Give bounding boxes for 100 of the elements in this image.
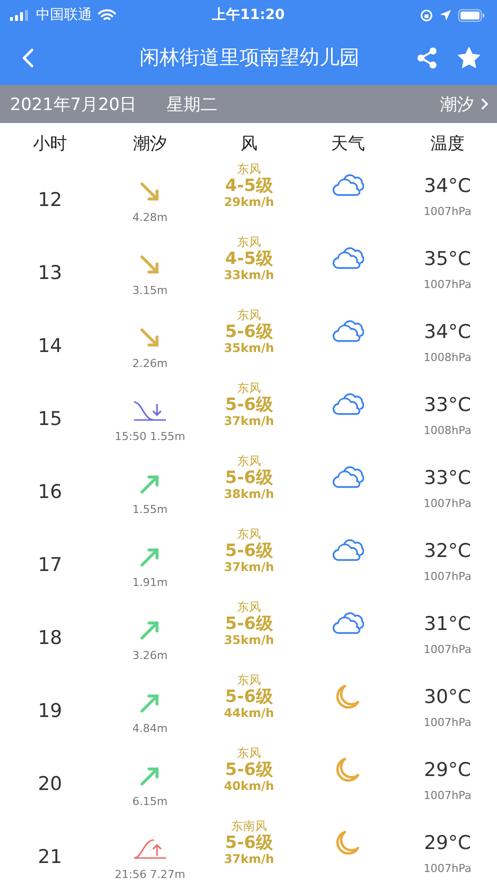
moon-icon [336,757,360,783]
column-header: 小时 [32,132,68,154]
tide-height: 4.84m [132,722,168,735]
chevron-right-icon [480,97,489,111]
wind-direction: 东风 [237,309,261,323]
tide-height: 6.15m [132,795,168,808]
wind-speed: 37km/h [224,561,274,576]
wind-speed: 37km/h [224,853,274,868]
tide-height: 15:50 1.55m [114,430,186,443]
tide-height: 4.28m [132,211,168,224]
page-title: 闲林街道里项南望幼儿园 [138,44,360,71]
pressure: 1007hPa [424,789,472,802]
cloud-icon [332,611,364,635]
cloud-icon [332,173,364,197]
moon-icon [336,830,360,856]
hour-cell-text: 15 [36,408,64,430]
hour-cell-text: 14 [36,334,64,356]
moon-icon [336,684,360,710]
pressure: 1007hPa [424,278,472,291]
wind-level: 4-5级 [225,250,273,270]
tide-height: 2.26m [132,357,168,370]
temperature: 29°C [424,832,471,854]
rising-arrow-icon [139,765,161,787]
wind-speed: 44km/h [224,707,274,722]
wind-direction: 东风 [237,601,261,615]
pressure: 1007hPa [424,497,472,510]
falling-arrow-icon [139,254,161,276]
carrier-name: 中国联通 [36,6,92,24]
wind-direction: 东风 [237,455,261,469]
signal-icon [10,10,30,20]
column-header: 风 [240,132,258,154]
cloud-icon [332,319,364,343]
pressure: 1008hPa [424,351,472,364]
rising-arrow-icon [139,546,161,568]
tide-height: 1.55m [132,503,168,516]
temperature: 30°C [424,686,471,708]
wind-direction: 东风 [237,747,261,761]
temperature: 32°C [424,540,471,562]
battery-icon [458,8,485,22]
wind-level: 5-6级 [225,396,273,416]
falling-arrow-icon [139,181,161,203]
tide-height: 3.26m [132,649,168,662]
low-tide-icon [133,400,167,422]
wind-level: 5-6级 [225,542,273,562]
date-label: 2021年7月20日 [10,94,137,116]
hour-cell-text: 20 [36,772,64,794]
weekday-label: 星期二 [166,94,219,116]
cloud-icon [332,465,364,489]
falling-arrow-icon [139,327,161,349]
cloud-icon [332,392,364,416]
column-header: 天气 [330,132,366,154]
temperature: 31°C [424,613,471,635]
rising-arrow-icon [139,619,161,641]
wind-direction: 东风 [237,528,261,542]
temperature: 34°C [424,321,471,343]
temperature: 29°C [424,759,471,781]
hour-cell-text: 12 [36,188,64,210]
status-time: 上午11:20 [212,6,285,24]
wind-speed: 35km/h [224,634,274,648]
temperature: 34°C [424,175,471,197]
column-header: 潮汐 [132,132,168,154]
wind-level: 4-5级 [225,176,273,196]
hour-cell-text: 13 [36,262,64,284]
wind-speed: 35km/h [224,342,274,356]
pressure: 1007hPa [424,716,472,729]
wind-speed: 37km/h [224,415,274,430]
pressure: 1007hPa [424,643,472,656]
temperature: 35°C [424,248,471,270]
hour-cell-text: 18 [36,626,64,648]
wifi-icon [98,8,116,22]
cloud-icon [332,538,364,562]
location-icon [439,8,452,22]
temperature: 33°C [424,467,471,489]
wind-direction: 东风 [237,163,261,177]
wind-direction: 东风 [237,674,261,688]
pressure: 1007hPa [424,205,472,218]
rising-arrow-icon [139,473,161,495]
cloud-icon [332,246,364,270]
wind-level: 5-6级 [225,688,273,708]
hour-cell-text: 21 [36,846,64,868]
tide-height: 1.91m [132,576,168,589]
pressure: 1007hPa [424,862,472,875]
tide-link[interactable]: 潮汐 [440,92,489,116]
wind-level: 5-6级 [225,614,273,634]
tide-height: 3.15m [132,284,168,297]
wind-level: 5-6级 [225,468,273,488]
wind-speed: 29km/h [224,196,274,210]
high-tide-icon [133,838,167,860]
wind-direction: 东风 [237,236,261,250]
pressure: 1008hPa [424,424,472,437]
wind-direction: 东南风 [231,820,267,834]
wind-direction: 东风 [237,382,261,396]
tide-height: 21:56 7.27m [114,868,186,881]
hour-cell-text: 17 [36,554,64,576]
wind-level: 5-6级 [225,760,273,780]
hour-cell-text: 16 [36,480,64,502]
wind-level: 5-6级 [225,834,273,854]
rising-arrow-icon [139,692,161,714]
wind-speed: 33km/h [224,269,274,284]
pressure: 1007hPa [424,570,472,583]
